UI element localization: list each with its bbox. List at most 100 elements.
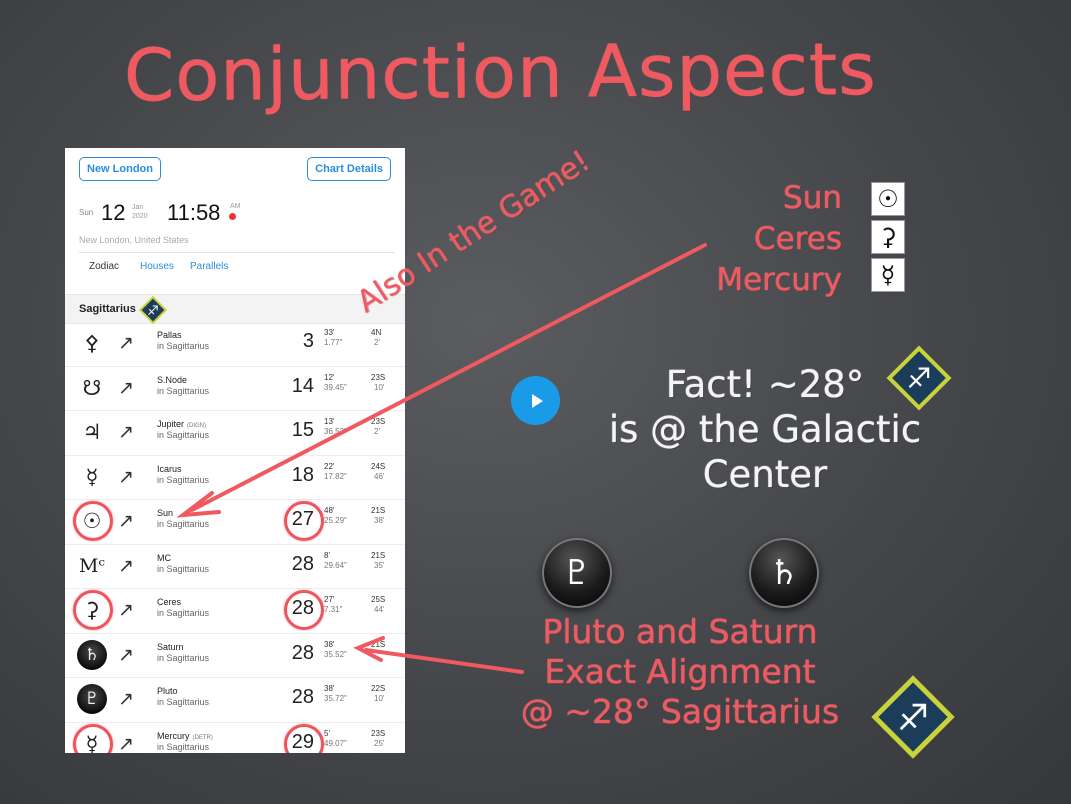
arc-seconds: 36.53" — [324, 427, 347, 436]
planet-row[interactable]: ♃ ↗ Jupiter (DIGN) in Sagittarius 15 13' 36.53"… — [65, 411, 405, 456]
degree: 28 — [291, 641, 314, 664]
arc-seconds: 35.52" — [324, 649, 347, 659]
divider — [79, 252, 395, 253]
arc-seconds: 1.77" — [324, 338, 343, 347]
ampm: AM — [230, 203, 241, 210]
degree: 28 — [291, 552, 314, 575]
declination: 21S — [371, 639, 386, 649]
chart-details-button[interactable]: Chart Details — [307, 157, 391, 181]
direct-motion-icon: ↗ — [118, 465, 134, 488]
pluto-icon: ♇ — [542, 538, 612, 608]
planet-name: S.Node — [157, 375, 187, 385]
snode-icon: ☋ — [82, 375, 102, 400]
arc-seconds: 39.45" — [324, 382, 347, 392]
declination: 23S — [371, 372, 386, 382]
planet-name-mercury: Mercury — [716, 262, 842, 298]
declination: 21S — [371, 550, 386, 560]
fact-line-1: Fact! ~28° — [665, 363, 865, 406]
planet-row[interactable]: ☉ ↗ Sun in Sagittarius 27 48' 25.29" 21S 38' — [65, 500, 405, 545]
planet-row[interactable]: ☿ ↗ Icarus in Sagittarius 18 22' 17.82" 24S 46' — [65, 456, 405, 500]
planet-name-ceres: Ceres — [753, 221, 842, 257]
planet-sign: in Sagittarius — [157, 741, 210, 752]
date-time-display[interactable]: Sun 12 Jan 2020 11:58 AM — [79, 200, 399, 230]
degree: 3 — [302, 330, 314, 352]
planet-name: Jupiter (DIGN) — [157, 419, 206, 429]
arc-seconds: 35.72" — [324, 694, 347, 703]
planet-row[interactable]: ♇ ↗ Pluto in Sagittarius 28 38' 35.72" 22S 10' — [65, 678, 405, 723]
planet-list: ⚴ ↗ Pallas in Sagittarius 3 33' 1.77" 4N 2' ☋ ↗ S.N… — [65, 322, 405, 753]
planet-name: Saturn — [157, 642, 184, 652]
planet-sign: in Sagittarius — [157, 474, 210, 485]
mercury-icon: ☿ — [871, 258, 905, 292]
month-year: Jan 2020 — [132, 203, 148, 221]
alignment-line-3: @ ~28° Sagittarius — [520, 692, 840, 731]
arc-minutes: 5' — [324, 728, 330, 738]
degree: 15 — [291, 419, 314, 441]
planet-name-text: Sun — [157, 508, 174, 518]
saturn-icon: ♄ — [749, 538, 819, 608]
planet-sign: in Sagittarius — [157, 430, 210, 440]
direct-motion-icon: ↗ — [118, 376, 134, 399]
highlight-circle — [73, 723, 113, 753]
location-button[interactable]: New London — [79, 157, 161, 181]
arc-seconds: 29.64" — [324, 560, 347, 570]
planet-sign: in Sagittarius — [157, 519, 210, 529]
planet-row[interactable]: ☋ ↗ S.Node in Sagittarius 14 12' 39.45" 23S 10' — [65, 367, 405, 411]
planet-name: Pallas — [157, 330, 182, 340]
play-icon — [531, 393, 543, 408]
tab-houses[interactable]: Houses — [140, 261, 174, 272]
planet-row[interactable]: ♄ ↗ Saturn in Sagittarius 28 38' 35.52" 21S — [65, 634, 405, 678]
declination-minutes: 10' — [374, 382, 385, 392]
astrology-app-screenshot: New London Chart Details Sun 12 Jan 2020… — [65, 148, 405, 753]
slide-title: Conjunction Aspects — [123, 26, 878, 118]
highlight-circle — [284, 501, 324, 541]
planet-row[interactable]: Mᶜ ↗ MC in Sagittarius 28 8' 29.64" 21S 35' — [65, 545, 405, 589]
planet-sign: in Sagittarius — [157, 697, 210, 707]
section-header: Sagittarius ♐ — [65, 294, 405, 324]
declination: 23S — [371, 728, 386, 738]
alignment-note: Pluto and Saturn Exact Alignment @ ~28° … — [500, 612, 860, 732]
arc-minutes: 27' — [324, 595, 335, 604]
tab-parallels[interactable]: Parallels — [190, 261, 228, 272]
declination: 22S — [371, 684, 386, 693]
arc-seconds: 49.07" — [324, 738, 347, 748]
planet-name: Pluto — [157, 686, 178, 696]
planet-row[interactable]: ⚳ ↗ Ceres in Sagittarius 28 27' 7.31" 25S 44' — [65, 589, 405, 634]
arc-minutes: 38' — [324, 639, 335, 649]
direct-motion-icon: ↗ — [118, 332, 134, 354]
declination-minutes: 10' — [374, 694, 385, 703]
direct-motion-icon: ↗ — [118, 554, 134, 577]
sagittarius-icon: ♐ — [871, 675, 955, 759]
direct-motion-icon: ↗ — [118, 421, 134, 443]
highlight-circle — [73, 501, 113, 541]
declination: 25S — [371, 595, 386, 604]
highlight-circle — [73, 590, 113, 630]
planet-name-sun: Sun — [783, 180, 842, 216]
saturn-icon: ♄ — [77, 639, 107, 670]
highlight-circle — [284, 590, 324, 630]
degree: 18 — [291, 463, 314, 486]
play-button[interactable] — [511, 376, 560, 425]
pluto-icon: ♇ — [77, 684, 107, 714]
direct-motion-icon: ↗ — [118, 688, 134, 710]
planet-name-text: MC — [157, 552, 171, 563]
tab-zodiac[interactable]: Zodiac — [89, 261, 119, 272]
alignment-line-1: Pluto and Saturn — [542, 612, 818, 651]
arc-minutes: 48' — [324, 506, 335, 515]
planet-name-text: Saturn — [157, 641, 184, 652]
planet-name: MC — [157, 553, 171, 563]
arc-minutes: 38' — [324, 684, 335, 693]
fact-line-3: Center — [702, 453, 828, 496]
degree: 14 — [291, 374, 314, 397]
ceres-icon: ⚳ — [871, 220, 905, 254]
planet-spheres: ♇ ♄ — [540, 538, 840, 618]
arc-minutes: 13' — [324, 417, 335, 426]
dignity-tag: (DIGN) — [187, 423, 207, 429]
live-indicator-icon — [229, 213, 236, 220]
planet-name: Sun — [157, 508, 173, 518]
planet-row[interactable]: ⚴ ↗ Pallas in Sagittarius 3 33' 1.77" 4N 2' — [65, 322, 405, 367]
sun-icon: ☉ — [871, 182, 905, 216]
planet-row[interactable]: ☿ ↗ Mercury (DETR) in Sagittarius 29 5' 49.07" 2… — [65, 723, 405, 753]
planet-name: Icarus — [157, 464, 182, 474]
planet-name: Mercury (DETR) — [157, 731, 213, 741]
